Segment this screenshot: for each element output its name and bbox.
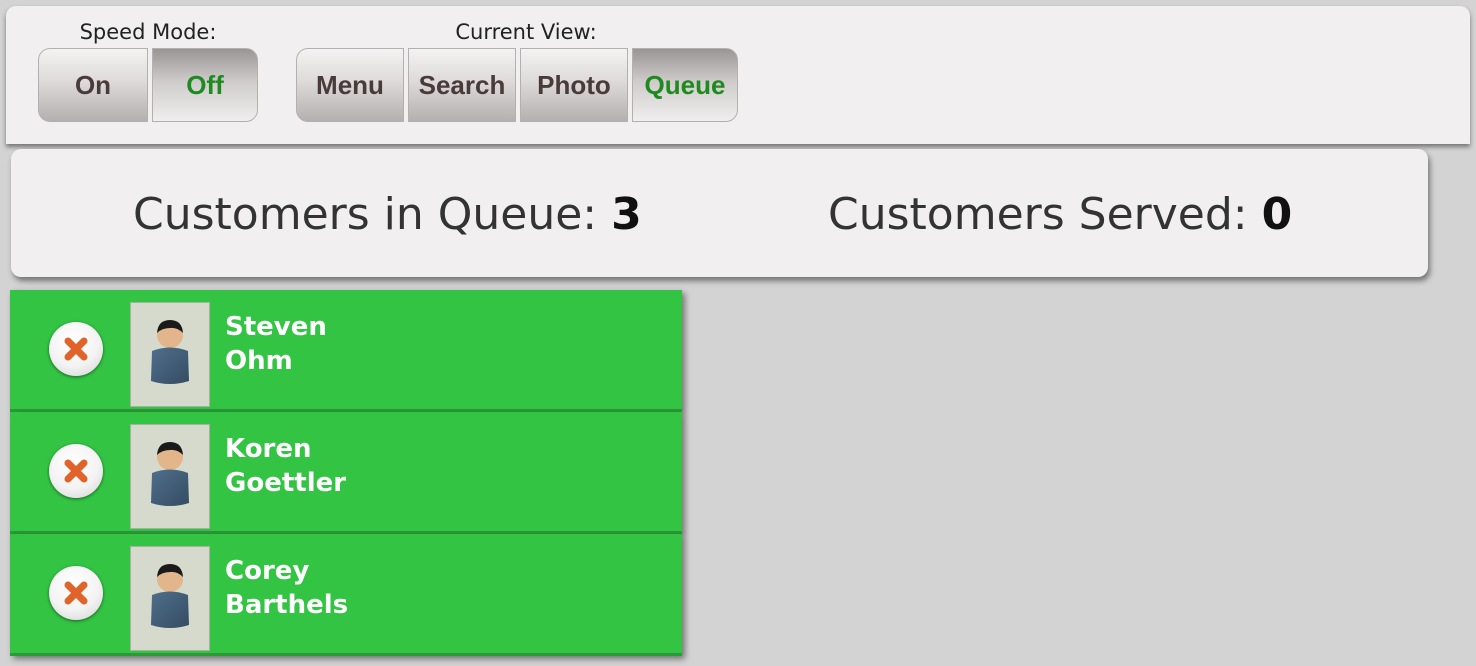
customers-in-queue-stat: Customers in Queue: 3 [133,189,642,241]
avatar [130,302,210,407]
queue-list: Steven Ohm Koren Goettler Corey Barthels [10,290,682,656]
speed-mode-group: On Off [38,48,258,122]
view-queue-button[interactable]: Queue [632,48,738,122]
customer-first-name: Steven [225,312,327,342]
customer-name: Steven Ohm [225,310,327,378]
queue-item[interactable]: Corey Barthels [10,534,682,656]
speed-mode-off-button[interactable]: Off [152,48,258,122]
toolbar: Speed Mode: On Off Current View: Menu Se… [6,6,1470,144]
close-icon [64,581,88,605]
current-view-group: Menu Search Photo Queue [296,48,738,122]
customers-served-stat: Customers Served: 0 [828,189,1292,241]
customer-last-name: Barthels [225,590,349,620]
customers-in-queue-label: Customers in Queue: [133,189,598,240]
person-icon [151,320,189,384]
view-photo-button[interactable]: Photo [520,48,628,122]
queue-item[interactable]: Steven Ohm [10,290,682,412]
speed-mode-on-button[interactable]: On [38,48,148,122]
close-icon [64,459,88,483]
queue-item[interactable]: Koren Goettler [10,412,682,534]
customer-last-name: Goettler [225,468,347,498]
customer-name: Koren Goettler [225,432,346,500]
stats-panel: Customers in Queue: 3 Customers Served: … [11,149,1428,277]
avatar [130,424,210,529]
view-menu-button[interactable]: Menu [296,48,404,122]
customer-first-name: Corey [225,556,310,586]
view-search-button[interactable]: Search [408,48,516,122]
remove-customer-button[interactable] [49,322,103,376]
current-view-label: Current View: [455,20,597,44]
customer-first-name: Koren [225,434,312,464]
person-icon [151,442,189,506]
customer-name: Corey Barthels [225,554,348,622]
remove-customer-button[interactable] [49,566,103,620]
customer-last-name: Ohm [225,346,293,376]
close-icon [64,337,88,361]
speed-mode-label: Speed Mode: [79,20,217,44]
person-icon [151,564,189,628]
remove-customer-button[interactable] [49,444,103,498]
customers-in-queue-count: 3 [611,189,642,240]
avatar [130,546,210,651]
customers-served-label: Customers Served: [828,189,1248,240]
customers-served-count: 0 [1261,189,1293,240]
